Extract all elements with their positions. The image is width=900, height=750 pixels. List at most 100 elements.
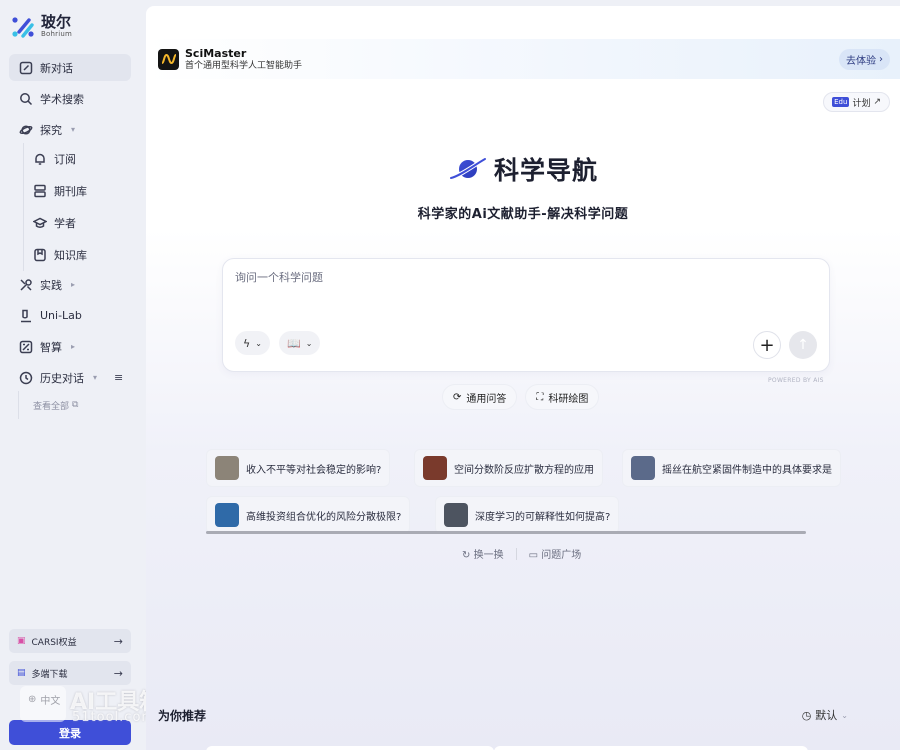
chevron-right-icon: › — [879, 54, 883, 65]
question-card[interactable]: 高维投资组合优化的风险分散极限? — [206, 496, 411, 534]
send-button[interactable]: ↑ — [789, 331, 817, 359]
book-icon: 📖 — [287, 336, 301, 350]
arrow-up-icon: ↑ — [797, 337, 809, 353]
mode-selector[interactable]: ϟ ⌄ — [235, 331, 270, 355]
login-button[interactable]: 登录 — [9, 720, 131, 745]
question-card[interactable]: 深度学习的可解释性如何提高? — [435, 496, 620, 534]
chevron-down-icon: ⌄ — [841, 710, 848, 720]
bohrium-logo-icon — [10, 14, 36, 40]
chevron-right-icon: ▸ — [71, 342, 76, 351]
carsi-benefits-button[interactable]: ▣ CARSI权益 → — [9, 629, 131, 653]
journal-icon — [33, 184, 47, 198]
question-thumbnail — [423, 456, 447, 480]
edu-plan-button[interactable]: Edu 计划 ↗ — [823, 92, 890, 112]
divider — [515, 547, 517, 560]
arrow-right-icon: → — [113, 634, 123, 648]
brand-logo[interactable]: 玻尔 Bohrium — [10, 14, 72, 40]
powered-by-label: POWERED BY AIS — [768, 377, 824, 384]
sidebar-item-history[interactable]: 历史对话 ▾ ≡ — [9, 364, 131, 391]
scimaster-logo-icon — [158, 48, 179, 70]
question-card[interactable]: 摇丝在航空紧固件制造中的具体要求是 — [622, 449, 841, 487]
image-icon: ⛶ — [536, 391, 544, 403]
gift-icon: ▣ — [17, 636, 26, 646]
banner-subtitle: 首个通用型科学人工智能助手 — [185, 60, 303, 71]
mode-tabs: ⟳ 通用问答 ⛶ 科研绘图 — [442, 384, 600, 410]
arrow-up-right-icon: ↗ — [873, 97, 881, 107]
hero: 科学导航 科学家的Ai文献助手-解决科学问题 — [146, 151, 900, 222]
banner-title: SciMaster — [185, 46, 247, 60]
refresh-icon: ↻ — [462, 550, 471, 561]
clock-icon: ◷ — [801, 708, 812, 722]
language-switcher[interactable]: ⊕ 中文 — [28, 692, 60, 707]
sidebar-item-practice[interactable]: 实践 ▸ — [9, 271, 131, 298]
search-icon — [19, 92, 33, 106]
shuffle-button[interactable]: ↻ 换一换 — [462, 546, 504, 561]
sidebar-item-knowledge-base[interactable]: 知识库 — [23, 239, 146, 271]
external-link-icon: ⧉ — [72, 400, 79, 410]
sidebar-nav: 新对话 学术搜索 探究 ▾ 订阅 期刊库 学者 知识库 实践 ▸ Uni-Lab… — [0, 54, 146, 419]
sidebar: 玻尔 Bohrium 新对话 学术搜索 探究 ▾ 订阅 期刊库 学者 知识库 实… — [0, 0, 161, 750]
view-all-history-link[interactable]: 查看全部 ⧉ — [18, 391, 146, 419]
question-input[interactable] — [235, 271, 795, 284]
planet-icon — [19, 123, 33, 137]
suggested-questions: 收入不平等对社会稳定的影响? 空间分数阶反应扩散方程的应用 摇丝在航空紧固件制造… — [206, 449, 846, 534]
brand-name-en: Bohrium — [41, 30, 72, 38]
hero-subtitle: 科学家的Ai文献助手-解决科学问题 — [417, 207, 629, 222]
sidebar-item-academic-search[interactable]: 学术搜索 — [9, 85, 131, 112]
sidebar-item-scholars[interactable]: 学者 — [23, 207, 146, 239]
chevron-down-icon: ▾ — [93, 373, 98, 382]
question-thumbnail — [444, 503, 468, 527]
hero-title: 科学导航 — [493, 156, 598, 185]
ask-box: ϟ ⌄ 📖 ⌄ + ↑ — [222, 258, 830, 372]
compute-icon — [19, 340, 33, 354]
chevron-down-icon: ⌄ — [255, 338, 262, 348]
question-thumbnail — [215, 503, 239, 527]
try-now-button[interactable]: 去体验 › — [839, 49, 890, 70]
main-panel: SciMaster 首个通用型科学人工智能助手 去体验 › Edu 计划 ↗ 科… — [146, 6, 900, 750]
history-icon — [19, 371, 33, 385]
questions-scrollbar[interactable] — [206, 531, 806, 534]
chat-bubble-icon: ▭ — [528, 550, 539, 561]
tools-icon — [19, 278, 33, 292]
edu-badge: Edu — [832, 97, 850, 107]
recommend-card[interactable] — [206, 746, 494, 750]
plus-icon: + — [759, 334, 775, 356]
sidebar-item-explore[interactable]: 探究 ▾ — [9, 116, 131, 143]
bell-icon — [33, 152, 47, 166]
general-qa-button[interactable]: ⟳ 通用问答 — [442, 384, 518, 410]
sort-selector[interactable]: ◷ 默认 ⌄ — [802, 707, 848, 723]
refresh-chat-icon: ⟳ — [453, 391, 462, 403]
sidebar-item-uni-lab[interactable]: Uni-Lab — [9, 302, 131, 329]
attach-button[interactable]: + — [753, 331, 781, 359]
lightning-icon: ϟ — [243, 336, 251, 350]
recommend-title: 为你推荐 — [158, 709, 207, 723]
question-utils: ↻ 换一换 ▭ 问题广场 — [462, 546, 581, 561]
sidebar-item-compute[interactable]: 智算 ▸ — [9, 333, 131, 360]
chevron-down-icon: ▾ — [71, 125, 76, 134]
multi-device-download-button[interactable]: ▤ 多端下载 → — [9, 661, 131, 685]
globe-icon: ⊕ — [28, 694, 37, 705]
edit-icon — [19, 61, 33, 75]
research-drawing-button[interactable]: ⛶ 科研绘图 — [525, 384, 600, 410]
question-card[interactable]: 收入不平等对社会稳定的影响? — [206, 449, 391, 487]
sidebar-item-journals[interactable]: 期刊库 — [23, 175, 146, 207]
menu-icon[interactable]: ≡ — [114, 371, 123, 384]
chevron-right-icon: ▸ — [71, 280, 76, 289]
sidebar-item-subscribe[interactable]: 订阅 — [23, 143, 146, 175]
devices-icon: ▤ — [17, 668, 26, 678]
knowledge-icon — [33, 248, 47, 262]
scholar-icon — [33, 216, 47, 230]
question-card[interactable]: 空间分数阶反应扩散方程的应用 — [414, 449, 603, 487]
question-plaza-link[interactable]: ▭ 问题广场 — [529, 546, 582, 561]
lab-icon — [19, 309, 33, 323]
arrow-right-icon: → — [113, 666, 123, 680]
source-selector[interactable]: 📖 ⌄ — [279, 331, 321, 355]
recommend-card[interactable] — [494, 746, 808, 750]
sidebar-item-new-chat[interactable]: 新对话 — [9, 54, 131, 81]
question-thumbnail — [215, 456, 239, 480]
question-thumbnail — [631, 456, 655, 480]
brand-name: 玻尔 — [41, 13, 72, 31]
chevron-down-icon: ⌄ — [305, 338, 313, 348]
planet-logo-icon — [448, 157, 487, 180]
scimaster-banner[interactable]: SciMaster 首个通用型科学人工智能助手 去体验 › — [146, 39, 900, 79]
